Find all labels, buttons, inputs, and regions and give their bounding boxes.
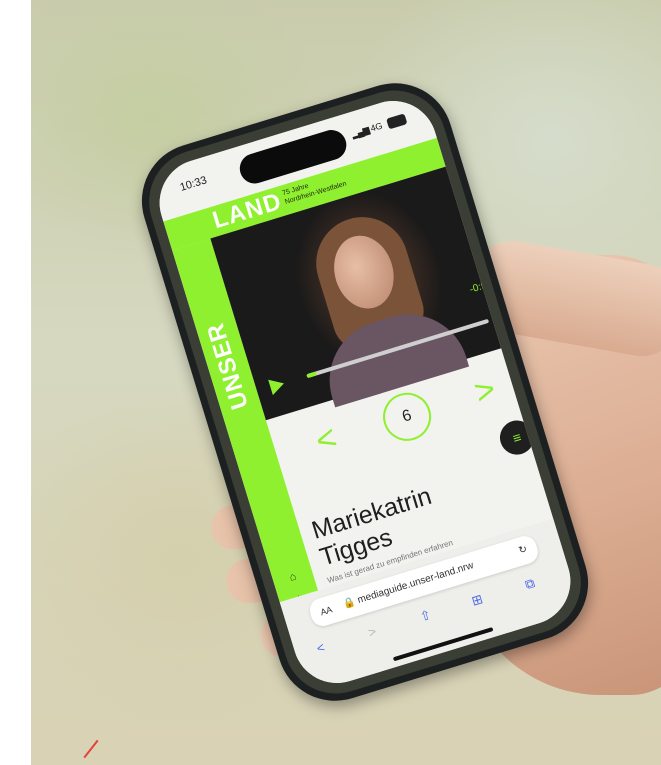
status-signal: ▂▄▆ 4G [350, 113, 408, 140]
previous-station-button[interactable]: < [311, 417, 342, 461]
station-number: 6 [377, 386, 438, 447]
forward-icon[interactable]: > [366, 624, 378, 641]
bookmarks-icon[interactable]: ⊞ [470, 591, 485, 609]
signal-icon: ▂▄▆ [350, 124, 370, 140]
back-icon[interactable]: < [315, 639, 327, 656]
share-icon[interactable]: ⇧ [418, 607, 433, 625]
tabs-icon[interactable]: ⧉ [523, 575, 537, 593]
next-station-button[interactable]: > [470, 369, 501, 413]
network-label: 4G [369, 120, 384, 134]
battery-icon [386, 113, 408, 130]
text-size-button[interactable]: AA [316, 596, 336, 626]
status-time: 10:33 [178, 174, 209, 194]
reload-icon[interactable]: ↻ [515, 536, 531, 565]
play-icon[interactable] [268, 375, 287, 396]
video-progress-fill [306, 371, 317, 379]
